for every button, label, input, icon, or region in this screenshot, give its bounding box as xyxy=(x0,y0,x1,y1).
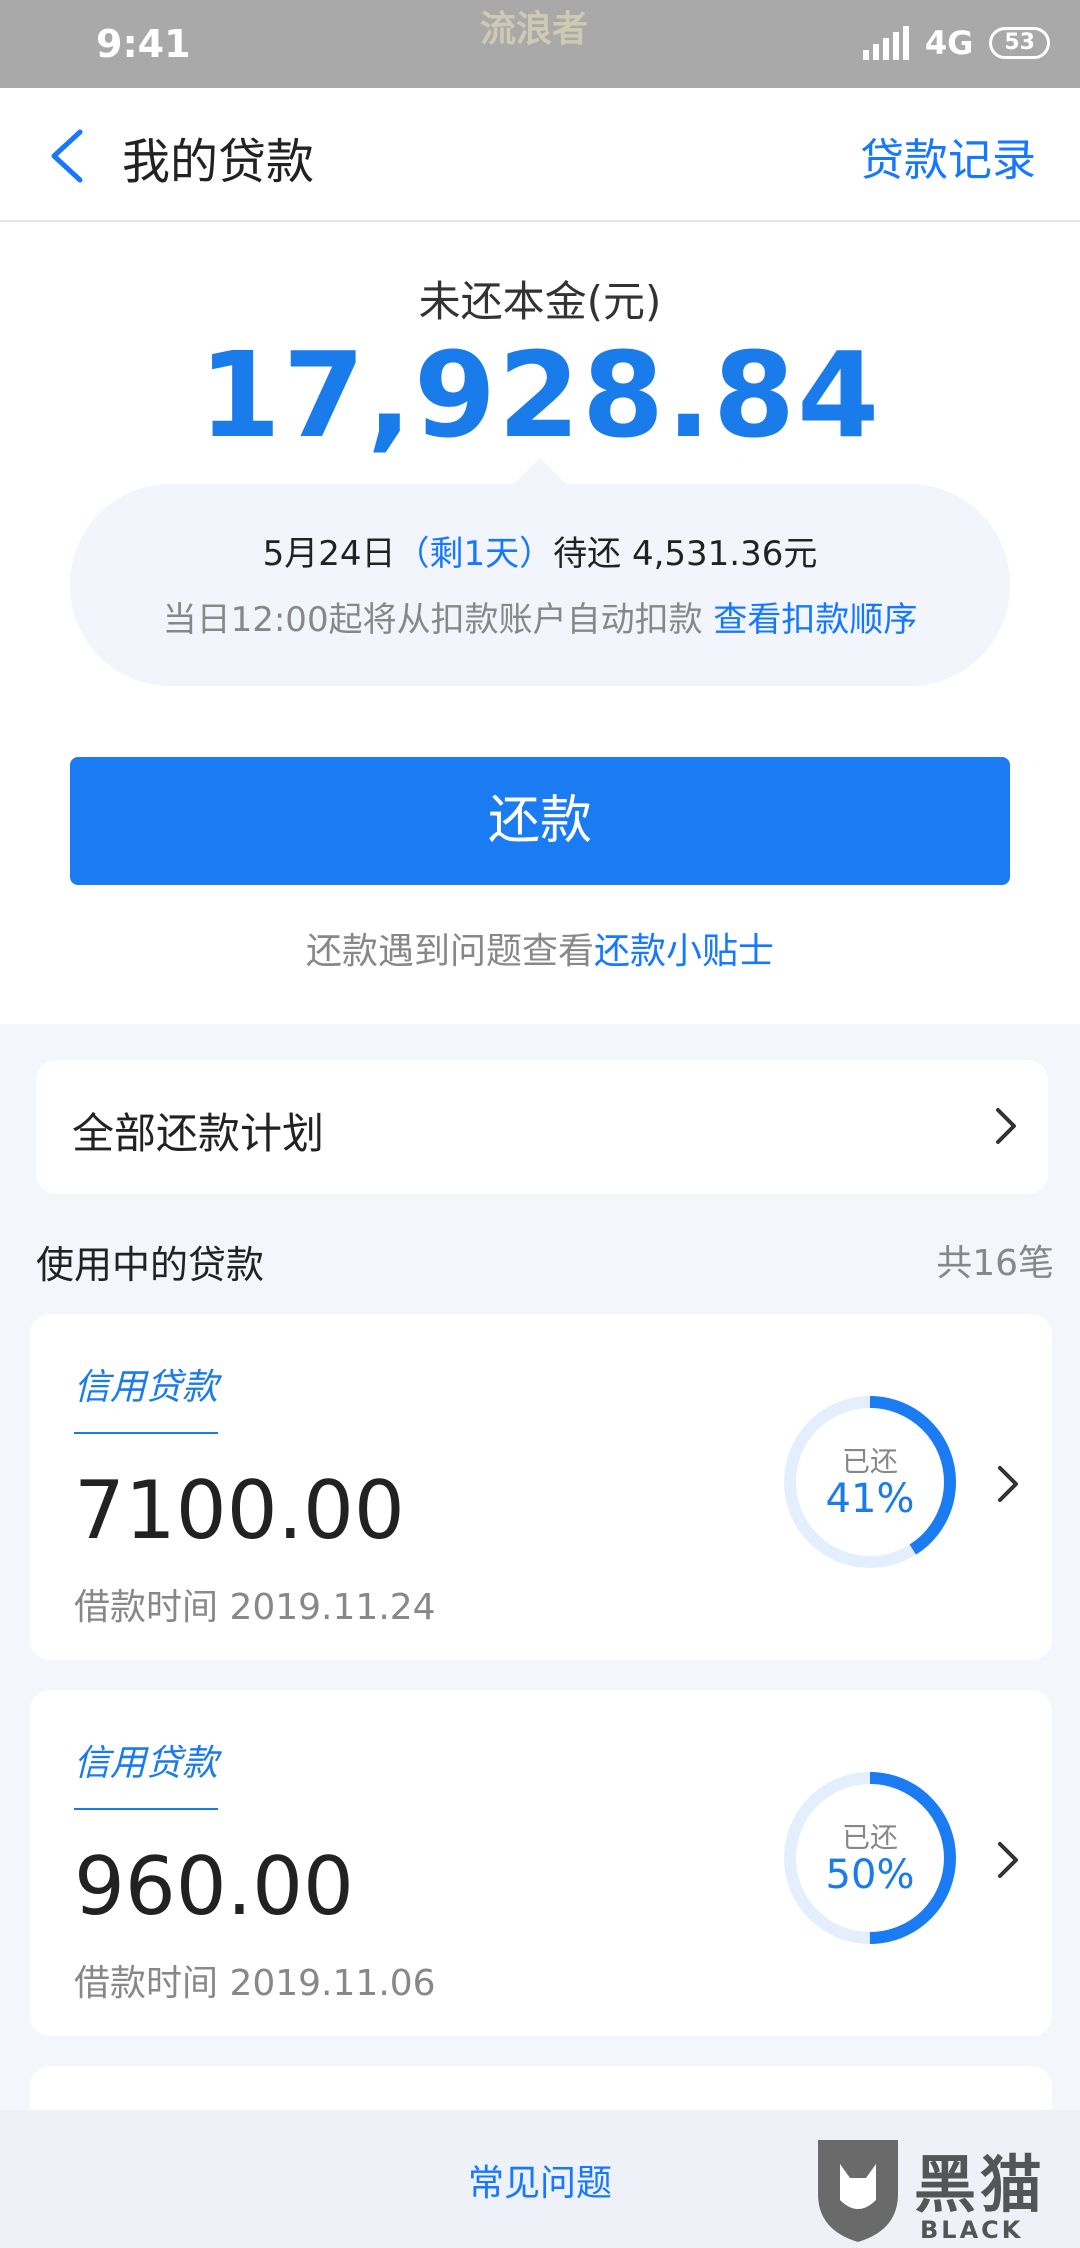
repaid-label: 已还 xyxy=(841,1821,898,1854)
loan-date: 借款时间 2019.11.06 xyxy=(74,1963,436,2004)
chevron-right-icon xyxy=(996,1108,1016,1144)
logo-cn-text: 黑猫 xyxy=(914,2148,1047,2221)
repay-tips-link[interactable]: 还款小贴士 xyxy=(594,931,774,972)
network-type: 4G xyxy=(924,24,974,62)
back-button[interactable] xyxy=(42,124,102,188)
loan-card[interactable]: 信用贷款 960.00 借款时间 2019.11.06 已还 50% xyxy=(30,1690,1052,2036)
app-header: 我的贷款 贷款记录 xyxy=(0,88,1080,222)
status-icons: 4G 53 xyxy=(862,24,1050,62)
loan-records-link[interactable]: 贷款记录 xyxy=(860,124,1036,188)
repay-button[interactable]: 还款 xyxy=(70,757,1010,885)
watermark-text: 流浪者 xyxy=(480,9,589,50)
back-arrow-icon xyxy=(51,129,83,183)
page-title: 我的贷款 xyxy=(122,134,315,190)
principal-amount: 17,928.84 xyxy=(198,326,882,464)
repaid-percent: 41% xyxy=(825,1476,915,1522)
all-repayment-plans[interactable]: 全部还款计划 xyxy=(36,1060,1048,1194)
loan-type: 信用贷款 xyxy=(74,1734,219,1810)
all-plans-label: 全部还款计划 xyxy=(72,1109,325,1158)
loan-summary: 未还本金(元) 17,928.84 5月24日（剩1天）待还 4,531.36元… xyxy=(0,222,1080,1024)
due-remaining-open: （ xyxy=(395,534,430,574)
due-remaining-close: ） xyxy=(519,534,554,574)
active-loans-title: 使用中的贷款 xyxy=(36,1243,265,1287)
principal-label: 未还本金(元) xyxy=(418,277,662,326)
black-cat-logo: 黑猫 BLACK CAT xyxy=(810,2134,1080,2248)
status-bar: 9:41 流浪者 4G 53 xyxy=(0,0,1080,88)
cat-shield-icon xyxy=(818,2140,898,2242)
chevron-right-icon xyxy=(998,1466,1018,1502)
loan-amount: 7100.00 xyxy=(74,1464,405,1557)
active-loans-header: 使用中的贷款 共16笔 xyxy=(36,1234,1054,1287)
repaid-percent: 50% xyxy=(825,1852,915,1898)
repay-tips-text: 还款遇到问题查看 xyxy=(305,931,594,972)
loan-amount: 960.00 xyxy=(74,1840,354,1933)
logo-en-text: BLACK CAT xyxy=(920,2216,1024,2248)
loan-type: 信用贷款 xyxy=(74,1358,219,1434)
repay-tips-line: 还款遇到问题查看还款小贴士 xyxy=(0,922,1080,974)
debit-order-link[interactable]: 查看扣款顺序 xyxy=(713,600,917,640)
due-line: 5月24日（剩1天）待还 4,531.36元 xyxy=(70,526,1010,575)
auto-debit-line: 当日12:00起将从扣款账户自动扣款 查看扣款顺序 xyxy=(70,592,1010,641)
auto-debit-text: 当日12:00起将从扣款账户自动扣款 xyxy=(162,600,703,640)
active-loans-count: 共16笔 xyxy=(936,1243,1054,1284)
due-remaining: 剩1天 xyxy=(429,534,520,574)
due-date: 5月24日 xyxy=(262,534,396,574)
due-amount-text: 待还 4,531.36元 xyxy=(553,534,818,574)
signal-icon xyxy=(862,26,909,60)
battery-icon: 53 xyxy=(989,27,1050,59)
loan-card[interactable]: 信用贷款 7100.00 借款时间 2019.11.24 已还 41% xyxy=(30,1314,1052,1660)
loan-date: 借款时间 2019.11.24 xyxy=(74,1587,436,1628)
chevron-right-icon xyxy=(998,1842,1018,1878)
repaid-label: 已还 xyxy=(841,1445,898,1478)
due-info-bubble: 5月24日（剩1天）待还 4,531.36元 当日12:00起将从扣款账户自动扣… xyxy=(70,484,1010,686)
status-time: 9:41 xyxy=(96,22,191,66)
